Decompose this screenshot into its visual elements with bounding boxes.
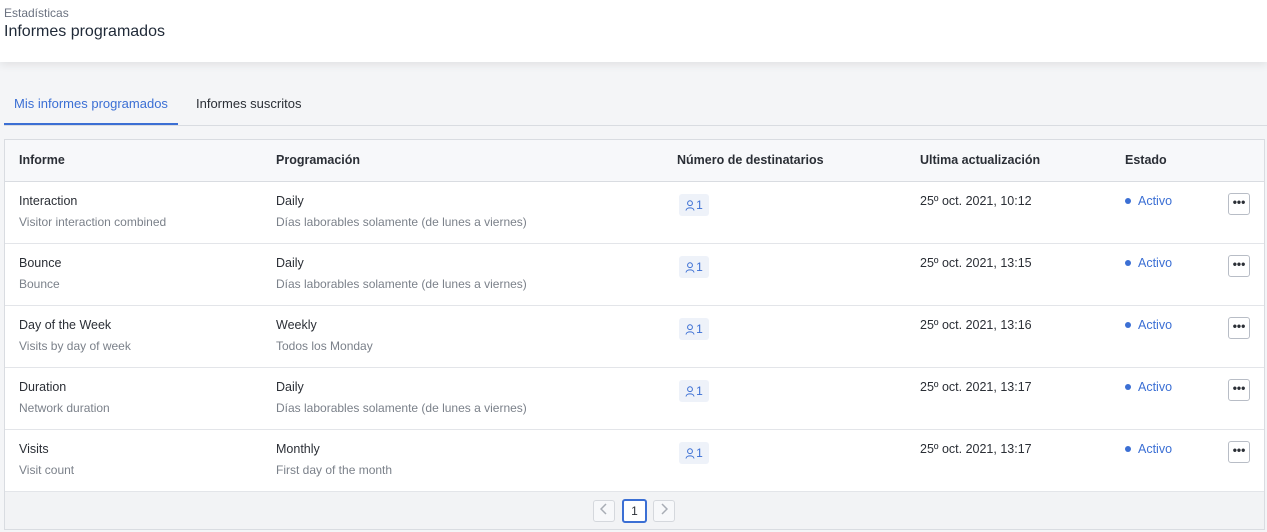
status-label: Activo [1138, 380, 1173, 394]
last-updated: 25º oct. 2021, 13:17 [920, 442, 1032, 456]
report-name: Day of the Week [19, 318, 112, 332]
reports-table: Informe Programación Número de destinata… [4, 139, 1265, 530]
status-badge: Activo [1125, 194, 1172, 208]
schedule-detail: First day of the month [276, 463, 393, 477]
report-name: Visits [19, 442, 49, 456]
report-name: Duration [19, 380, 67, 394]
table-row[interactable]: Visits Visit count Monthly First day of the… [5, 430, 1264, 492]
schedule-frequency: Daily [276, 256, 304, 270]
user-icon [685, 322, 696, 336]
table-row[interactable]: Interaction Visitor interaction combined D… [5, 182, 1264, 244]
recipients-badge[interactable]: 1 [679, 442, 709, 464]
table-header: Informe Programación Número de destinata… [5, 140, 1264, 182]
status-dot-icon [1125, 322, 1131, 328]
report-description: Visitor interaction combined [19, 215, 167, 229]
column-header-last-updated[interactable]: Ultima actualización [920, 140, 1040, 180]
last-updated: 25º oct. 2021, 10:12 [920, 194, 1032, 208]
page-number-current[interactable]: 1 [622, 499, 647, 523]
schedule-detail: Días laborables solamente (de lunes a vi… [276, 215, 527, 229]
status-dot-icon [1125, 384, 1131, 390]
report-description: Network duration [19, 401, 110, 415]
more-options-button[interactable]: ••• [1228, 255, 1250, 277]
more-options-button[interactable]: ••• [1228, 379, 1250, 401]
report-description: Bounce [19, 277, 60, 291]
user-icon [685, 260, 696, 274]
status-dot-icon [1125, 198, 1131, 204]
status-badge: Activo [1125, 380, 1172, 394]
status-label: Activo [1138, 256, 1173, 270]
more-options-button[interactable]: ••• [1228, 193, 1250, 215]
table-row[interactable]: Day of the Week Visits by day of week Week… [5, 306, 1264, 368]
report-description: Visit count [19, 463, 75, 477]
breadcrumb[interactable]: Estadísticas [4, 6, 69, 20]
recipients-badge[interactable]: 1 [679, 318, 709, 340]
table-row[interactable]: Bounce Bounce Daily Días laborables solamen… [5, 244, 1264, 306]
column-header-recipients[interactable]: Número de destinatarios [677, 140, 824, 180]
status-label: Activo [1138, 318, 1173, 332]
status-dot-icon [1125, 260, 1131, 266]
page-header: Estadísticas Informes programados [0, 0, 1267, 62]
recipients-badge[interactable]: 1 [679, 256, 709, 278]
user-icon [685, 446, 696, 460]
report-description: Visits by day of week [19, 339, 131, 353]
recipients-count: 1 [696, 446, 703, 460]
column-header-schedule[interactable]: Programación [276, 140, 360, 180]
more-options-button[interactable]: ••• [1228, 441, 1250, 463]
status-label: Activo [1138, 194, 1173, 208]
page-title: Informes programados [4, 23, 165, 40]
pagination: 1 [5, 492, 1264, 529]
status-badge: Activo [1125, 318, 1172, 332]
recipients-count: 1 [696, 198, 703, 212]
last-updated: 25º oct. 2021, 13:16 [920, 318, 1032, 332]
recipients-badge[interactable]: 1 [679, 380, 709, 402]
tab-subscribed-reports[interactable]: Informes suscritos [196, 84, 301, 124]
column-header-status[interactable]: Estado [1125, 140, 1167, 180]
schedule-frequency: Daily [276, 380, 304, 394]
recipients-count: 1 [696, 322, 703, 336]
last-updated: 25º oct. 2021, 13:15 [920, 256, 1032, 270]
tab-my-scheduled-reports[interactable]: Mis informes programados [4, 84, 178, 125]
status-label: Activo [1138, 442, 1173, 456]
recipients-badge[interactable]: 1 [679, 194, 709, 216]
schedule-detail: Todos los Monday [276, 339, 373, 353]
last-updated: 25º oct. 2021, 13:17 [920, 380, 1032, 394]
more-options-button[interactable]: ••• [1228, 317, 1250, 339]
schedule-frequency: Weekly [276, 318, 317, 332]
table-row[interactable]: Duration Network duration Daily Días labora… [5, 368, 1264, 430]
user-icon [685, 198, 696, 212]
status-dot-icon [1125, 446, 1131, 452]
recipients-count: 1 [696, 384, 703, 398]
status-badge: Activo [1125, 256, 1172, 270]
report-name: Interaction [19, 194, 78, 208]
tab-bar: Mis informes programados Informes suscri… [4, 84, 1267, 126]
user-icon [685, 384, 696, 398]
schedule-frequency: Daily [276, 194, 304, 208]
chevron-right-icon[interactable] [653, 500, 675, 522]
report-name: Bounce [19, 256, 62, 270]
recipients-count: 1 [696, 260, 703, 274]
schedule-detail: Días laborables solamente (de lunes a vi… [276, 277, 527, 291]
schedule-frequency: Monthly [276, 442, 320, 456]
schedule-detail: Días laborables solamente (de lunes a vi… [276, 401, 527, 415]
column-header-report[interactable]: Informe [19, 140, 65, 180]
chevron-left-icon[interactable] [593, 500, 615, 522]
status-badge: Activo [1125, 442, 1172, 456]
